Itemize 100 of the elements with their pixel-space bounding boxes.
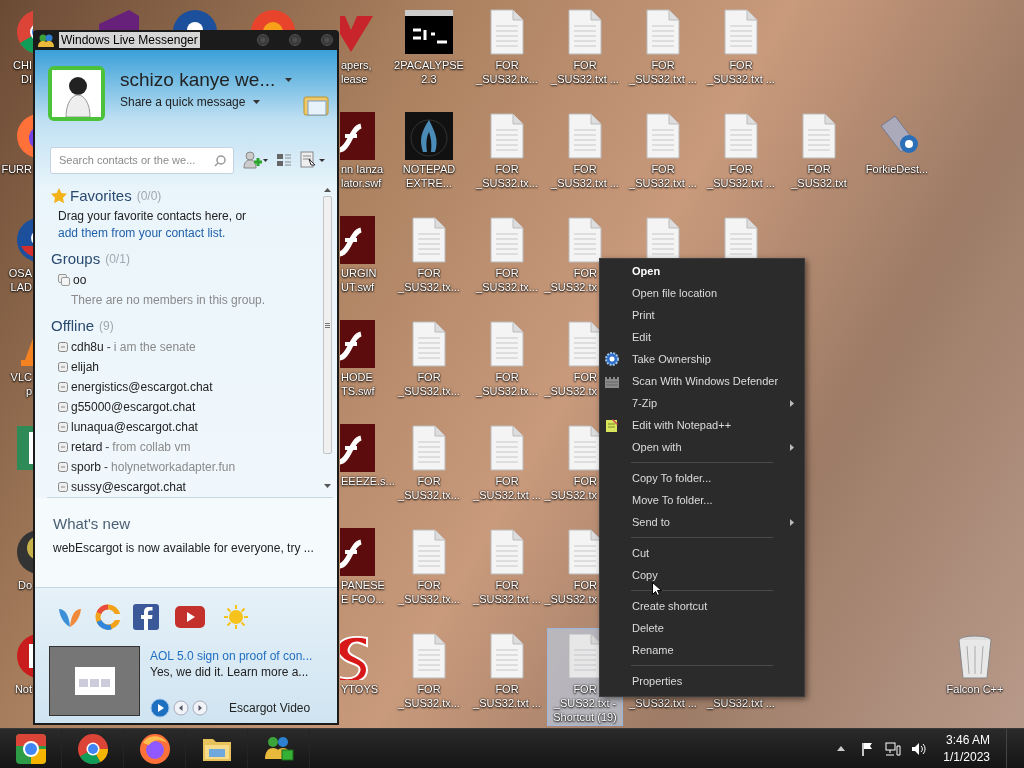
icon-label[interactable]: FOR _SUS32.tx <box>544 578 597 606</box>
menu-item[interactable]: Cut <box>600 542 804 564</box>
icon-label[interactable]: Not <box>14 682 32 696</box>
icon-label[interactable]: FOR _SUS32.txt ... <box>703 162 779 190</box>
network-icon[interactable] <box>885 741 902 756</box>
menu-item[interactable]: Print <box>600 304 804 326</box>
volume-icon[interactable] <box>911 741 928 756</box>
menu-item[interactable]: Take Ownership <box>600 348 804 370</box>
icon-label[interactable]: FOR _SUS32.tx <box>544 266 597 294</box>
contact-row[interactable]: retard - from collab vm <box>51 437 321 458</box>
quick-message[interactable]: Share a quick message <box>120 94 246 110</box>
contact-row[interactable]: sussy@escargot.chat <box>51 477 321 497</box>
menu-item[interactable]: Scan With Windows Defender <box>600 370 804 392</box>
contact-row[interactable]: cdh8u - i am the senate <box>51 337 321 358</box>
menu-item[interactable]: Copy <box>600 564 804 586</box>
icon-label[interactable]: ForkieDest... <box>859 162 935 176</box>
mail-icon[interactable] <box>303 94 331 118</box>
video-link[interactable]: AOL 5.0 sign on proof of con... <box>150 648 313 664</box>
icon-label[interactable]: FOR _SUS32.tx <box>544 474 597 502</box>
icon-label[interactable]: FOR _SUS32.txt ... <box>547 162 623 190</box>
menu-icon[interactable] <box>300 151 326 169</box>
menu-item[interactable]: Create shortcut <box>600 595 804 617</box>
section-title[interactable]: Groups <box>51 247 101 271</box>
icon-label[interactable]: CHI DI <box>13 58 32 86</box>
contact-row[interactable]: lunaqua@escargot.chat <box>51 417 321 438</box>
avatar-frame[interactable] <box>48 66 105 121</box>
tile-logo-icon[interactable] <box>15 424 33 472</box>
icon-label[interactable]: OSA LAD <box>8 266 32 294</box>
menu-item[interactable]: Move To folder... <box>600 489 804 511</box>
icon-label[interactable]: FOR _SUS32.txt ... <box>469 578 545 606</box>
menu-item[interactable]: Rename <box>600 639 804 661</box>
icon-label[interactable]: Do <box>17 578 32 592</box>
icon-label[interactable]: FOR _SUS32.tx... <box>469 162 545 190</box>
icon-label[interactable]: NOTEPAD EXTRE... <box>391 162 467 190</box>
icon-label[interactable]: FOR _SUS32.tx... <box>391 370 467 398</box>
icon-label[interactable]: 2PACALYPSE 2.3 <box>391 58 467 86</box>
search-icon[interactable] <box>214 154 226 167</box>
icon-label[interactable]: FOR _SUS32.txt ... <box>703 58 779 86</box>
layout-icon[interactable] <box>276 152 292 168</box>
icon-label[interactable]: FOR _SUS32.txt ... <box>469 474 545 502</box>
group-name[interactable]: oo <box>73 271 87 290</box>
icon-label[interactable]: FOR _SUS32.txt ... <box>469 682 545 710</box>
flash-icon[interactable] <box>340 424 375 472</box>
icon-label[interactable]: FOR _SUS32.tx... <box>469 370 545 398</box>
menu-item[interactable]: Open with <box>600 436 804 458</box>
icon-label[interactable]: FOR _SUS32.tx... <box>391 578 467 606</box>
menu-item[interactable]: Open <box>600 260 804 282</box>
c-logo-icon[interactable] <box>95 604 121 630</box>
icon-label[interactable]: PANESE E FOO... <box>341 578 385 606</box>
search-field[interactable]: Search contacts or the we... <box>50 146 234 174</box>
icon-label[interactable]: FOR _SUS32.txt ... <box>625 58 701 86</box>
flash-icon[interactable] <box>340 216 375 264</box>
add-contact-icon[interactable] <box>242 151 268 169</box>
terminal-icon[interactable] <box>405 8 453 56</box>
video-play-icon[interactable] <box>175 606 205 628</box>
menu-item[interactable]: Open file location <box>600 282 804 304</box>
icon-label[interactable]: _SUS32.txt ... <box>625 696 701 710</box>
icon-label[interactable]: VLC p <box>10 370 32 398</box>
display-name[interactable]: schizo kanye we... <box>120 67 276 93</box>
next-icon[interactable] <box>192 700 208 716</box>
video-thumbnail[interactable] <box>49 646 140 716</box>
icon-label[interactable]: YTOYS <box>341 682 379 696</box>
icon-label[interactable]: FOR _SUS32.tx... <box>391 682 467 710</box>
close-button[interactable] <box>321 34 333 46</box>
icon-label[interactable]: apers, lease <box>341 58 372 86</box>
show-hidden-icons-icon[interactable] <box>837 746 846 751</box>
play-icon[interactable] <box>150 698 170 718</box>
icon-label[interactable]: FOR _SUS32.tx... <box>469 266 545 294</box>
menu-item[interactable]: 7-Zip <box>600 392 804 414</box>
icon-label[interactable]: Falcon C++ <box>937 682 1013 696</box>
menu-item[interactable]: Delete <box>600 617 804 639</box>
icon-label[interactable]: nn Ianza lator.swf <box>341 162 384 190</box>
icon-label[interactable]: URGIN UT.swf <box>341 266 377 294</box>
contact-row[interactable]: energistics@escargot.chat <box>51 377 321 398</box>
flash-icon[interactable] <box>340 528 375 576</box>
flame-icon[interactable] <box>405 112 453 160</box>
icon-label[interactable]: FURR <box>1 162 32 176</box>
icon-label[interactable]: FOR _SUS32.tx... <box>391 266 467 294</box>
menu-item[interactable]: Edit with Notepad++ <box>600 414 804 436</box>
menu-item[interactable]: Send to <box>600 511 804 533</box>
contact-row[interactable]: sporb - holynetworkadapter.fun <box>51 457 321 477</box>
menu-item[interactable]: Copy To folder... <box>600 467 804 489</box>
caret-icon[interactable] <box>285 78 293 82</box>
flash-icon[interactable] <box>340 112 375 160</box>
previous-icon[interactable] <box>173 700 189 716</box>
facebook-icon[interactable] <box>133 604 159 630</box>
scroll-down-icon[interactable] <box>323 484 331 488</box>
contact-row[interactable]: elijah <box>51 357 321 378</box>
icon-label[interactable]: FOR _SUS32.txt <box>781 162 857 190</box>
menu-item[interactable]: Edit <box>600 326 804 348</box>
scroll-thumb[interactable] <box>322 196 332 454</box>
clock[interactable]: 3:46 AM 1/1/2023 <box>943 731 990 766</box>
icon-label[interactable]: _SUS32.txt ... <box>703 696 779 710</box>
icon-label[interactable]: FOR _SUS32.txt ... <box>625 162 701 190</box>
minimize-button[interactable] <box>257 34 269 46</box>
icon-label[interactable]: HODE TS.swf <box>341 370 375 398</box>
icon-label[interactable]: FOR _SUS32.tx... <box>469 58 545 86</box>
section-title[interactable]: Offline <box>51 315 95 338</box>
section-title[interactable]: Favorites <box>70 184 132 208</box>
news-text[interactable]: webEscargot is now available for everyone, try ... <box>53 539 337 557</box>
